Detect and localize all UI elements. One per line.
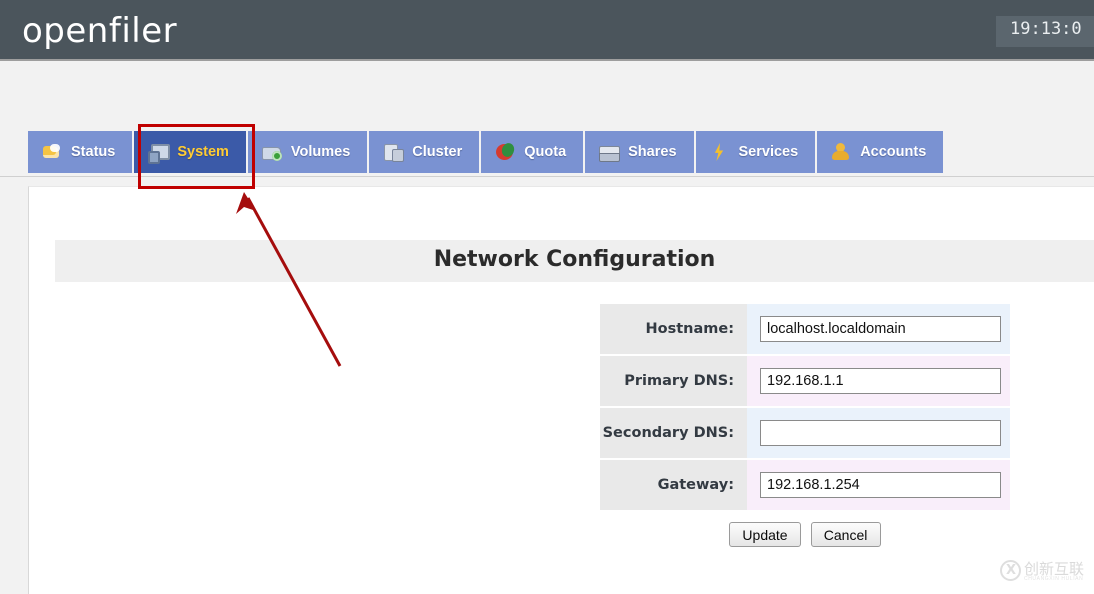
update-button[interactable]: Update [729, 522, 801, 547]
tab-label: Accounts [860, 144, 927, 160]
field-value-cell [747, 356, 1010, 406]
field-value-cell [747, 408, 1010, 458]
tab-label: System [177, 144, 229, 160]
services-icon [710, 142, 730, 162]
tab-label: Shares [628, 144, 677, 160]
clock-text: 19:13:0 [1010, 19, 1082, 39]
tab-label: Volumes [290, 144, 351, 160]
tab-label: Cluster [412, 144, 463, 160]
tab-volumes[interactable]: Volumes [247, 131, 370, 173]
tab-shares[interactable]: Shares [585, 131, 696, 173]
status-icon [42, 142, 62, 162]
network-configuration-form: Hostname:Primary DNS:Secondary DNS:Gatew… [600, 302, 1010, 512]
tab-label: Status [71, 144, 116, 160]
field-value-cell [747, 460, 1010, 510]
system-icon [148, 142, 171, 164]
tab-quota[interactable]: Quota [481, 131, 586, 173]
tab-label: Services [738, 144, 799, 160]
field-label: Secondary DNS: [600, 408, 747, 458]
shares-icon [599, 142, 621, 162]
cluster-icon [383, 142, 405, 162]
cancel-button[interactable]: Cancel [810, 522, 881, 547]
tab-label: Quota [524, 144, 567, 160]
openfiler-logo: openfiler [22, 11, 178, 51]
watermark-text-en: CHUANGXIN HULIAN [1024, 576, 1084, 582]
tab-cluster[interactable]: Cluster [369, 131, 482, 173]
nav-divider [0, 176, 1094, 177]
tab-services[interactable]: Services [695, 131, 818, 173]
field-label: Primary DNS: [600, 356, 747, 406]
openfiler-admin-page: openfiler 19:13:0 Status System Volumes Clu… [0, 0, 1094, 594]
form-row: Primary DNS: [600, 356, 1010, 406]
watermark-logo-icon [1000, 560, 1021, 581]
form-row: Gateway: [600, 460, 1010, 510]
volumes-icon [261, 142, 282, 162]
form-row: Hostname: [600, 304, 1010, 354]
primary-dns-input[interactable] [760, 368, 1001, 394]
tab-status[interactable]: Status [28, 131, 135, 173]
field-label: Gateway: [600, 460, 747, 510]
accounts-icon [831, 142, 851, 162]
main-tabs: Status System Volumes Cluster Quota Shares Ser… [28, 131, 944, 173]
page-title: Network Configuration [433, 247, 716, 272]
navigation-strip: Status System Volumes Cluster Quota Shares Ser… [0, 63, 1094, 176]
form-button-row: Update Cancel [600, 522, 1010, 547]
quota-icon [495, 142, 515, 162]
hostname-input[interactable] [760, 316, 1001, 342]
secondary-dns-input[interactable] [760, 420, 1001, 446]
tab-system[interactable]: System [134, 131, 248, 173]
tab-accounts[interactable]: Accounts [817, 131, 944, 173]
field-value-cell [747, 304, 1010, 354]
form-row: Secondary DNS: [600, 408, 1010, 458]
field-label: Hostname: [600, 304, 747, 354]
gateway-input[interactable] [760, 472, 1001, 498]
top-header-bar: openfiler 19:13:0 [0, 0, 1094, 61]
site-watermark: 创新互联 CHUANGXIN HULIAN [998, 556, 1090, 590]
